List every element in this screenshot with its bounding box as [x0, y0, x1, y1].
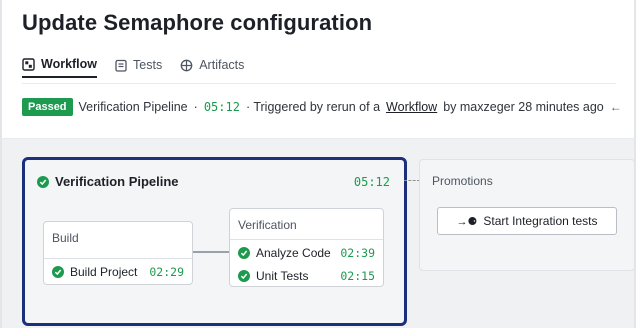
tab-label: Tests: [133, 58, 163, 72]
block-title: Build: [52, 231, 79, 245]
pipeline-card[interactable]: Verification Pipeline 05:12 Build Build …: [22, 157, 407, 326]
back-arrow-icon[interactable]: ←: [610, 100, 622, 114]
workflow-status-bar: Passed Verification Pipeline · 05:12 · T…: [22, 98, 622, 116]
start-integration-tests-button[interactable]: →⚈ Start Integration tests: [437, 207, 617, 235]
promotion-connector: [404, 180, 420, 181]
job-duration: 02:39: [340, 245, 375, 260]
job-name: Unit Tests: [256, 269, 309, 283]
status-triggered-text: · Triggered by rerun of a: [245, 100, 381, 114]
status-separator: ·: [193, 100, 198, 114]
pipeline-header: Verification Pipeline: [37, 174, 179, 189]
check-icon: [238, 246, 250, 259]
promotions-title: Promotions: [432, 174, 493, 188]
check-icon: [52, 265, 64, 278]
pipeline-duration: 05:12: [353, 175, 390, 189]
clipboard-icon: [115, 59, 127, 72]
block-build: Build Build Project 02:29: [43, 221, 193, 285]
status-badge: Passed: [22, 98, 73, 116]
promote-button-label: Start Integration tests: [483, 214, 598, 228]
workflow-link[interactable]: Workflow: [386, 100, 437, 114]
check-icon: [37, 175, 49, 188]
job-name: Analyze Code: [256, 245, 331, 260]
tab-artifacts[interactable]: Artifacts: [180, 52, 244, 78]
page-title: Update Semaphore configuration: [22, 10, 373, 35]
job-analyze-code[interactable]: Analyze Code 02:39: [230, 239, 383, 265]
check-icon: [238, 270, 250, 282]
tab-workflow[interactable]: Workflow: [22, 52, 98, 78]
block-title: Verification: [238, 218, 297, 232]
tabs-divider: [22, 83, 616, 84]
tab-label: Workflow: [41, 57, 98, 71]
tab-label: Artifacts: [199, 58, 245, 72]
workflow-icon: [22, 57, 35, 71]
status-pipeline-name: Verification Pipeline: [78, 100, 188, 114]
status-duration: 05:12: [203, 100, 240, 114]
tab-bar: Workflow Tests Artifacts: [22, 52, 244, 82]
job-build-project[interactable]: Build Project 02:29: [44, 258, 192, 284]
block-verification: Verification Analyze Code 02:39 Unit Tes…: [229, 208, 384, 287]
promotions-panel: Promotions →⚈ Start Integration tests: [419, 159, 635, 271]
pipeline-name: Verification Pipeline: [55, 174, 179, 189]
tab-tests[interactable]: Tests: [115, 52, 162, 78]
promote-icon: →⚈: [456, 215, 478, 228]
status-author-time: by maxzeger 28 minutes ago: [443, 100, 604, 114]
job-unit-tests[interactable]: Unit Tests 02:15: [230, 263, 383, 289]
job-name: Build Project: [70, 264, 138, 279]
job-duration: 02:29: [149, 264, 184, 279]
artifacts-icon: [180, 59, 193, 72]
job-duration: 02:15: [340, 269, 375, 283]
block-connector: [193, 251, 229, 253]
